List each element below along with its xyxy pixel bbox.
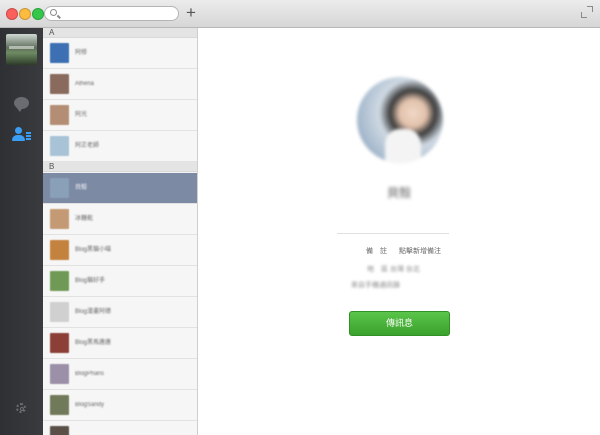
contact-avatar bbox=[50, 426, 69, 435]
zoom-icon[interactable] bbox=[32, 8, 44, 20]
contact-row[interactable]: Blog黑馬唐唐 bbox=[43, 328, 197, 359]
contact-name: BlogSandy bbox=[75, 402, 105, 408]
contact-avatar bbox=[50, 271, 69, 291]
source-info: 來自手機通訊錄 bbox=[351, 282, 400, 289]
contact-name: 貝殼 bbox=[75, 185, 88, 191]
app-window: + A B 阿修 Athena 阿光阿正老師貝殼冰糖乾 Blog黑貓小喵 Blog貓好手… bbox=[0, 0, 600, 435]
contact-avatar bbox=[50, 178, 69, 198]
contact-name: Blog漫畫阿德 bbox=[75, 309, 112, 315]
contact-row[interactable]: Blog黑貓小喵 bbox=[43, 235, 197, 266]
contact-avatar bbox=[50, 364, 69, 384]
contact-avatar bbox=[50, 333, 69, 353]
contact-row[interactable]: Blog貓好手 bbox=[43, 266, 197, 297]
contact-name: Blog黑馬唐唐 bbox=[75, 340, 112, 346]
contact-name: 冰糖乾 bbox=[75, 216, 94, 222]
divider bbox=[337, 233, 449, 234]
settings-gear-icon[interactable] bbox=[13, 400, 29, 416]
fullscreen-icon[interactable] bbox=[581, 6, 593, 18]
chat-icon[interactable] bbox=[11, 94, 33, 116]
contact-avatar bbox=[50, 43, 69, 63]
region-info: 地 區 台灣 台北 bbox=[367, 266, 420, 273]
contact-row[interactable]: 阿光 bbox=[43, 100, 197, 131]
contact-row[interactable]: 阿修 bbox=[43, 38, 197, 69]
section-header-b: B bbox=[43, 162, 197, 172]
contact-avatar bbox=[50, 136, 69, 156]
contact-row[interactable]: 冰糖乾 bbox=[43, 204, 197, 235]
contact-avatar bbox=[50, 240, 69, 260]
contact-row[interactable]: Blog漫畫阿德 bbox=[43, 297, 197, 328]
memo-add-link[interactable]: 點擊新增備注 bbox=[399, 246, 441, 256]
contact-avatar bbox=[50, 302, 69, 322]
contact-name: Athena bbox=[75, 81, 95, 87]
contact-name: BlogPharis bbox=[75, 371, 105, 377]
contact-avatar bbox=[50, 74, 69, 94]
contact-avatar bbox=[50, 395, 69, 415]
contact-list: A B 阿修 Athena 阿光阿正老師貝殼冰糖乾 Blog黑貓小喵 Blog貓好手 Bl… bbox=[43, 28, 198, 435]
contact-row[interactable]: 貝殼 bbox=[43, 173, 197, 204]
profile-name: 貝殼 bbox=[386, 186, 411, 200]
contact-row[interactable]: Athena bbox=[43, 69, 197, 100]
contact-avatar bbox=[50, 209, 69, 229]
title-bar: + bbox=[0, 0, 600, 28]
section-header-a: A bbox=[43, 28, 197, 38]
my-avatar[interactable] bbox=[6, 34, 37, 65]
profile-avatar[interactable] bbox=[357, 77, 443, 163]
contact-avatar bbox=[50, 105, 69, 125]
contact-row[interactable]: 阿正老師 bbox=[43, 131, 197, 162]
search-input[interactable] bbox=[61, 7, 173, 20]
contact-detail-pane: 貝殼 備 註 點擊新增備注 地 區 台灣 台北 來自手機通訊錄 傳訊息 bbox=[199, 28, 600, 435]
contact-name: Blog貓好手 bbox=[75, 278, 106, 284]
search-box[interactable] bbox=[44, 6, 179, 21]
left-nav bbox=[0, 28, 43, 435]
memo-label: 備 註 bbox=[366, 248, 387, 255]
contact-row[interactable]: BlogSandy bbox=[43, 390, 197, 421]
send-message-button[interactable]: 傳訊息 bbox=[349, 311, 450, 336]
contact-row[interactable] bbox=[43, 421, 197, 435]
add-button[interactable]: + bbox=[184, 4, 198, 21]
close-icon[interactable] bbox=[6, 8, 18, 20]
contact-name: 阿修 bbox=[75, 50, 88, 56]
minimize-icon[interactable] bbox=[19, 8, 31, 20]
contacts-icon[interactable] bbox=[11, 125, 33, 147]
contact-name: 阿光 bbox=[75, 112, 88, 118]
contact-name: Blog黑貓小喵 bbox=[75, 247, 112, 253]
contact-name: 阿正老師 bbox=[75, 143, 100, 149]
search-icon bbox=[50, 9, 57, 16]
contact-row[interactable]: BlogPharis bbox=[43, 359, 197, 390]
